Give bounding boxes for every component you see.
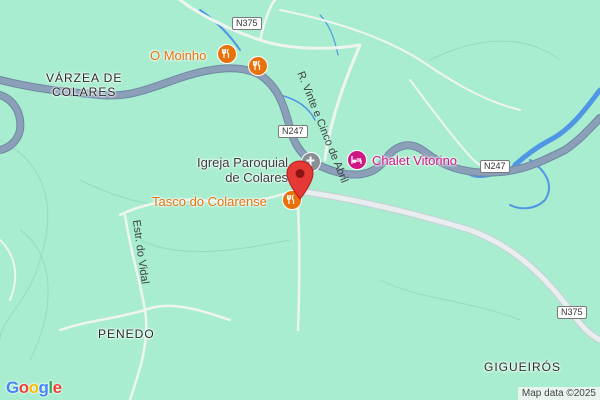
google-logo-letter: o [28,378,39,397]
map-attribution[interactable]: Map data ©2025 [517,387,600,400]
poi-label-tasco-do-colarense[interactable]: Tasco do Colarense [152,194,267,209]
road-shield-n247: N247 [278,125,308,138]
road-shield-n375: N375 [232,17,262,30]
map-pin-icon[interactable] [286,160,314,200]
poi-label-igreja-paroquial[interactable]: Igreja Paroquial de Colares [197,155,288,185]
google-logo: Google [6,378,62,398]
google-logo-letter: o [18,378,29,397]
place-label-varzea-de-colares: VÁRZEA DE COLARES [46,71,123,99]
poi-label-chalet-vitorino[interactable]: Chalet Vitorino [372,153,457,168]
google-logo-letter: g [38,378,49,397]
road-shield-n247: N247 [480,160,510,173]
place-label-gigueiros: GIGUEIRÓS [484,360,562,374]
restaurant-icon[interactable] [248,56,268,76]
place-label-penedo: PENEDO [98,327,155,341]
google-logo-letter: G [6,378,19,397]
poi-label-o-moinho[interactable]: O Moinho [150,48,206,63]
road-n375-east [301,188,600,344]
hotel-icon[interactable] [347,150,367,170]
google-logo-letter: e [52,378,62,397]
map-canvas[interactable]: VÁRZEA DE COLARES PENEDO GIGUEIRÓS N375 … [0,0,600,400]
road-shield-n375: N375 [557,306,587,319]
restaurant-icon[interactable] [217,44,237,64]
